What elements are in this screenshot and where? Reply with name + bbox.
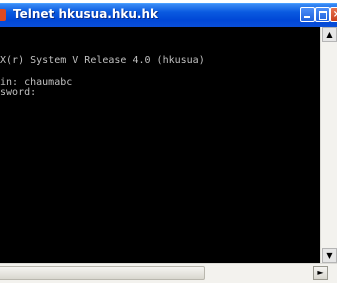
title-bar[interactable]: Telnet hkusua.hku.hk × bbox=[0, 3, 337, 27]
maximize-button[interactable] bbox=[315, 7, 330, 22]
arrow-right-icon: ► bbox=[317, 268, 324, 277]
app-icon bbox=[0, 9, 6, 21]
close-button[interactable]: × bbox=[330, 7, 337, 22]
scroll-up-button[interactable]: ▲ bbox=[322, 27, 337, 42]
telnet-window: Telnet hkusua.hku.hk × IX(r) System V Re… bbox=[0, 0, 337, 283]
terminal-console[interactable]: IX(r) System V Release 4.0 (hkusua) gin:… bbox=[0, 27, 320, 263]
vertical-scrollbar[interactable]: ▲ ▼ bbox=[320, 27, 337, 263]
minimize-icon bbox=[304, 16, 310, 18]
maximize-icon bbox=[319, 11, 327, 20]
scroll-right-button[interactable]: ► bbox=[313, 266, 328, 280]
terminal-line-password: ssword: bbox=[0, 87, 37, 98]
arrow-down-icon: ▼ bbox=[326, 251, 333, 260]
window-title: Telnet hkusua.hku.hk bbox=[13, 7, 158, 21]
horizontal-scrollbar[interactable]: ► bbox=[0, 263, 337, 283]
close-icon: × bbox=[332, 9, 337, 20]
arrow-up-icon: ▲ bbox=[326, 30, 333, 39]
horizontal-scroll-thumb[interactable] bbox=[0, 266, 205, 280]
minimize-button[interactable] bbox=[300, 7, 315, 22]
terminal-line-banner: IX(r) System V Release 4.0 (hkusua) bbox=[0, 55, 205, 66]
scroll-down-button[interactable]: ▼ bbox=[322, 248, 337, 263]
